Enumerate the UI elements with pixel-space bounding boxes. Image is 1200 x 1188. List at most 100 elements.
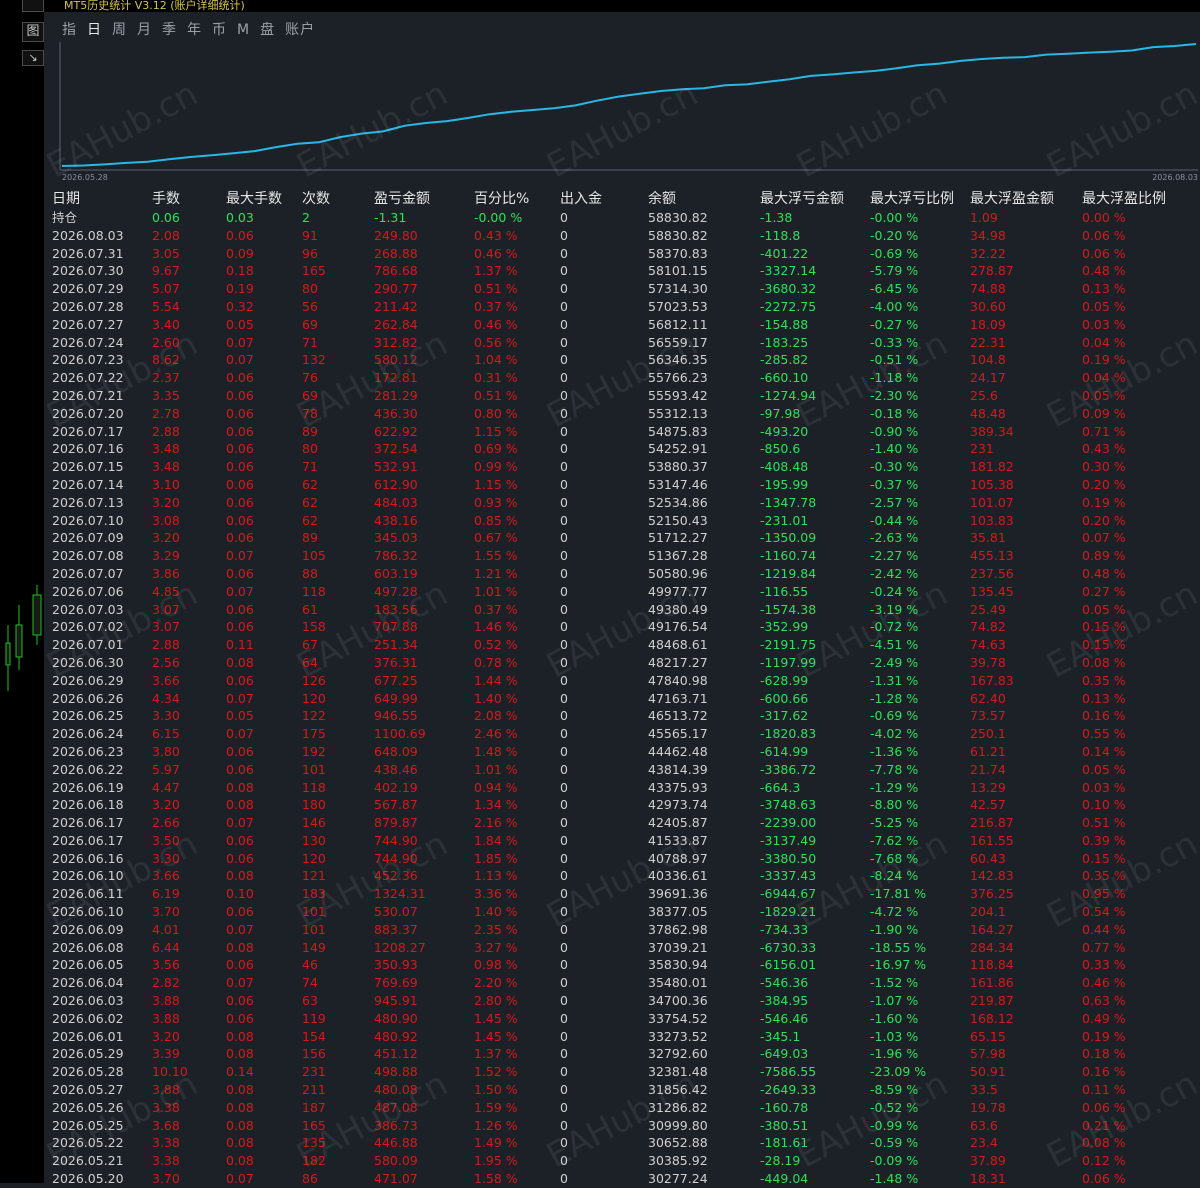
table-row[interactable]: 2026.06.18 3.20 0.08 180 567.87 1.34 % 0 42973.… <box>46 796 1200 814</box>
table-row[interactable]: 2026.07.13 3.20 0.06 62 484.03 0.93 % 0 52534.8… <box>46 494 1200 512</box>
table-cell: 86 <box>302 1171 318 1187</box>
column-header[interactable]: 最大浮亏金额 <box>760 190 844 209</box>
table-row[interactable]: 2026.06.02 3.88 0.06 119 480.90 1.45 % 0 33754.… <box>46 1010 1200 1028</box>
table-row[interactable]: 2026.07.17 2.88 0.06 89 622.92 1.15 % 0 54875.8… <box>46 423 1200 441</box>
table-cell: 76 <box>302 370 318 386</box>
table-row[interactable]: 2026.06.19 4.47 0.08 118 402.19 0.94 % 0 43375.… <box>46 779 1200 797</box>
table-row[interactable]: 2026.07.23 8.62 0.07 132 580.12 1.04 % 0 56346.… <box>46 351 1200 369</box>
table-cell: 0.07 <box>226 352 254 368</box>
table-row[interactable]: 2026.06.01 3.20 0.08 154 480.92 1.45 % 0 33273.… <box>46 1028 1200 1046</box>
table-cell: 1.45 % <box>474 1028 518 1044</box>
table-row[interactable]: 2026.06.03 3.88 0.06 63 945.91 2.80 % 0 34700.3… <box>46 992 1200 1010</box>
table-row[interactable]: 2026.07.06 4.85 0.07 118 497.28 1.01 % 0 49977.… <box>46 583 1200 601</box>
table-cell: 0.33 % <box>1082 957 1126 973</box>
table-cell: 2026.07.29 <box>52 281 124 297</box>
column-header[interactable]: 出入金 <box>560 190 602 209</box>
table-row[interactable]: 2026.06.22 5.97 0.06 101 438.46 1.01 % 0 43814.… <box>46 761 1200 779</box>
tab-9[interactable]: 账户 <box>285 18 315 42</box>
table-row[interactable]: 2026.06.23 3.80 0.06 192 648.09 1.48 % 0 44462.… <box>46 743 1200 761</box>
column-header[interactable]: 盈亏金额 <box>374 190 430 209</box>
column-header[interactable]: 日期 <box>52 190 80 209</box>
tab-4[interactable]: 季 <box>162 18 177 42</box>
column-header[interactable]: 百分比% <box>474 190 529 209</box>
tab-0[interactable]: 指 <box>62 18 77 42</box>
column-header[interactable]: 最大浮盈比例 <box>1082 190 1166 209</box>
table-row[interactable]: 2026.05.27 3.88 0.08 211 480.08 1.50 % 0 31856.… <box>46 1081 1200 1099</box>
table-row[interactable]: 2026.06.11 6.19 0.10 183 1324.31 3.36 % 0 39691… <box>46 885 1200 903</box>
table-row[interactable]: 2026.07.24 2.60 0.07 71 312.82 0.56 % 0 56559.1… <box>46 334 1200 352</box>
table-row[interactable]: 2026.07.31 3.05 0.09 96 268.88 0.46 % 0 58370.8… <box>46 245 1200 263</box>
table-row[interactable]: 2026.05.29 3.39 0.08 156 451.12 1.37 % 0 32792.… <box>46 1045 1200 1063</box>
table-row[interactable]: 2026.05.21 3.38 0.08 182 580.09 1.95 % 0 30385.… <box>46 1152 1200 1170</box>
table-cell: 0.52 % <box>474 637 518 653</box>
table-row[interactable]: 2026.05.25 3.68 0.08 165 386.73 1.26 % 0 30999.… <box>46 1117 1200 1135</box>
table-row[interactable]: 2026.07.01 2.88 0.11 67 251.34 0.52 % 0 48468.6… <box>46 636 1200 654</box>
table-cell: 1.46 % <box>474 619 518 635</box>
table-row[interactable]: 2026.05.20 3.70 0.07 86 471.07 1.58 % 0 30277.2… <box>46 1170 1200 1188</box>
column-header[interactable]: 最大浮盈金额 <box>970 190 1054 209</box>
balance-line <box>61 43 1197 167</box>
table-row[interactable]: 2026.06.05 3.56 0.06 46 350.93 0.98 % 0 35830.9… <box>46 956 1200 974</box>
table-row[interactable]: 2026.06.17 2.66 0.07 146 879.87 2.16 % 0 42405.… <box>46 814 1200 832</box>
table-row[interactable]: 2026.07.27 3.40 0.05 69 262.84 0.46 % 0 56812.1… <box>46 316 1200 334</box>
table-row[interactable]: 2026.05.28 10.10 0.14 231 498.88 1.52 % 0 32381… <box>46 1063 1200 1081</box>
tab-1[interactable]: 日 <box>87 18 102 42</box>
table-cell: -2191.75 <box>760 637 817 653</box>
table-row[interactable]: 2026.07.15 3.48 0.06 71 532.91 0.99 % 0 53880.3… <box>46 458 1200 476</box>
column-header[interactable]: 余额 <box>648 190 676 209</box>
table-cell: 182 <box>302 1153 326 1169</box>
table-row[interactable]: 2026.07.21 3.35 0.06 69 281.29 0.51 % 0 55593.4… <box>46 387 1200 405</box>
table-row[interactable]: 2026.06.24 6.15 0.07 175 1100.69 2.46 % 0 45565… <box>46 725 1200 743</box>
tab-5[interactable]: 年 <box>187 18 202 42</box>
table-row[interactable]: 2026.07.10 3.08 0.06 62 438.16 0.85 % 0 52150.4… <box>46 512 1200 530</box>
table-row[interactable]: 2026.06.30 2.56 0.08 64 376.31 0.78 % 0 48217.2… <box>46 654 1200 672</box>
table-cell: -3337.43 <box>760 868 817 884</box>
table-row[interactable]: 2026.07.07 3.86 0.06 88 603.19 1.21 % 0 50580.9… <box>46 565 1200 583</box>
table-row[interactable]: 2026.06.10 3.70 0.06 101 530.07 1.40 % 0 38377.… <box>46 903 1200 921</box>
table-row[interactable]: 持仓 0.06 0.03 2 -1.31 -0.00 % 0 58830.82 -1.38 -0.… <box>46 209 1200 227</box>
tab-7[interactable]: M <box>237 18 250 42</box>
table-cell: 1.50 % <box>474 1082 518 1098</box>
table-row[interactable]: 2026.06.26 4.34 0.07 120 649.99 1.40 % 0 47163.… <box>46 690 1200 708</box>
table-row[interactable]: 2026.07.20 2.78 0.06 78 436.30 0.80 % 0 55312.1… <box>46 405 1200 423</box>
table-row[interactable]: 2026.05.22 3.38 0.08 135 446.88 1.49 % 0 30652.… <box>46 1134 1200 1152</box>
table-row[interactable]: 2026.07.22 2.37 0.06 76 172.81 0.31 % 0 55766.2… <box>46 369 1200 387</box>
table-cell: 3.48 <box>152 441 180 457</box>
column-header[interactable]: 手数 <box>152 190 180 209</box>
table-row[interactable]: 2026.07.16 3.48 0.06 80 372.54 0.69 % 0 54252.9… <box>46 440 1200 458</box>
table-cell: 165 <box>302 263 326 279</box>
chart-toggle-button[interactable]: 图 <box>22 22 44 42</box>
tab-8[interactable]: 盘 <box>260 18 275 42</box>
table-cell: 487.08 <box>374 1099 418 1115</box>
table-cell: 39691.36 <box>648 886 708 902</box>
table-row[interactable]: 2026.06.29 3.66 0.06 126 677.25 1.44 % 0 47840.… <box>46 672 1200 690</box>
table-row[interactable]: 2026.06.09 4.01 0.07 101 883.37 2.35 % 0 37862.… <box>46 921 1200 939</box>
table-row[interactable]: 2026.07.08 3.29 0.07 105 786.32 1.55 % 0 51367.… <box>46 547 1200 565</box>
table-row[interactable]: 2026.05.26 3.38 0.08 187 487.08 1.59 % 0 31286.… <box>46 1099 1200 1117</box>
arrow-tool-icon[interactable]: ↘ <box>22 50 44 66</box>
tab-6[interactable]: 币 <box>212 18 227 42</box>
table-row[interactable]: 2026.07.28 5.54 0.32 56 211.42 0.37 % 0 57023.5… <box>46 298 1200 316</box>
column-header[interactable]: 最大手数 <box>226 190 282 209</box>
table-row[interactable]: 2026.07.02 3.07 0.06 158 707.88 1.46 % 0 49176.… <box>46 618 1200 636</box>
table-cell: 0.19 % <box>1082 352 1126 368</box>
table-row[interactable]: 2026.07.14 3.10 0.06 62 612.90 1.15 % 0 53147.4… <box>46 476 1200 494</box>
table-cell: 2026.07.09 <box>52 530 124 546</box>
table-row[interactable]: 2026.07.29 5.07 0.19 80 290.77 0.51 % 0 57314.3… <box>46 280 1200 298</box>
table-row[interactable]: 2026.07.09 3.20 0.06 89 345.03 0.67 % 0 51712.2… <box>46 529 1200 547</box>
table-row[interactable]: 2026.07.30 9.67 0.18 165 786.68 1.37 % 0 58101.… <box>46 262 1200 280</box>
table-row[interactable]: 2026.06.17 3.50 0.06 130 744.90 1.84 % 0 41533.… <box>46 832 1200 850</box>
window-icon[interactable] <box>22 0 44 12</box>
column-header[interactable]: 最大浮亏比例 <box>870 190 954 209</box>
table-row[interactable]: 2026.07.03 3.07 0.06 61 183.56 0.37 % 0 49380.4… <box>46 601 1200 619</box>
table-cell: -1.07 % <box>870 993 919 1009</box>
table-row[interactable]: 2026.08.03 2.08 0.06 91 249.80 0.43 % 0 58830.8… <box>46 227 1200 245</box>
tab-2[interactable]: 周 <box>112 18 127 42</box>
tab-3[interactable]: 月 <box>137 18 152 42</box>
table-row[interactable]: 2026.06.25 3.30 0.05 122 946.55 2.08 % 0 46513.… <box>46 707 1200 725</box>
table-row[interactable]: 2026.06.10 3.66 0.08 121 452.36 1.13 % 0 40336.… <box>46 867 1200 885</box>
table-row[interactable]: 2026.06.04 2.82 0.07 74 769.69 2.20 % 0 35480.0… <box>46 974 1200 992</box>
column-header[interactable]: 次数 <box>302 190 330 209</box>
table-row[interactable]: 2026.06.16 3.30 0.06 120 744.90 1.85 % 0 40788.… <box>46 850 1200 868</box>
table-row[interactable]: 2026.06.08 6.44 0.08 149 1208.27 3.27 % 0 37039… <box>46 939 1200 957</box>
